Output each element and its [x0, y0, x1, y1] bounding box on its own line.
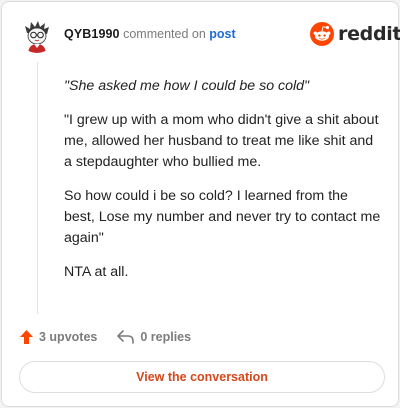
comment-stats: 3 upvotes 0 replies	[19, 328, 191, 346]
comment-paragraph: "I grew up with a mom who didn't give a …	[64, 112, 379, 170]
action-text: commented on	[123, 27, 206, 41]
upvotes-count: 3 upvotes	[39, 330, 98, 344]
username-link[interactable]: QYB1990	[64, 27, 120, 41]
replies-count: 0 replies	[140, 330, 192, 344]
brand-wordmark: reddit	[338, 23, 400, 45]
comment-body: "She asked me how I could be so cold" "I…	[64, 76, 382, 296]
cartoon-avatar-icon[interactable]	[19, 17, 55, 53]
post-link[interactable]: post	[209, 27, 235, 41]
comment-header: QYB1990 commented on post	[64, 27, 236, 41]
comment-paragraph-quote: "She asked me how I could be so cold"	[64, 78, 310, 94]
comment-paragraph: So how could i be so cold? I learned fro…	[64, 188, 381, 246]
thread-line	[37, 62, 38, 314]
reddit-brand[interactable]: reddit	[310, 21, 400, 47]
replies-stat[interactable]: 0 replies	[117, 330, 191, 344]
upvote-arrow-icon	[20, 330, 33, 344]
comment-paragraph: NTA at all.	[64, 264, 129, 280]
reddit-logo-icon	[310, 22, 334, 46]
reply-arrow-icon	[117, 330, 135, 344]
view-conversation-button[interactable]: View the conversation	[19, 361, 385, 393]
upvotes-stat[interactable]: 3 upvotes	[19, 329, 97, 345]
comment-card: QYB1990 commented on post reddit "She as…	[1, 1, 400, 407]
